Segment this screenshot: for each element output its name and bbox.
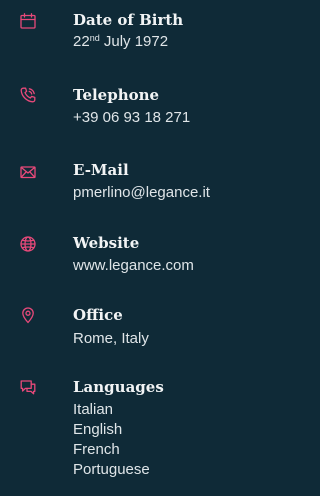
office-value: Rome, Italy bbox=[73, 330, 149, 347]
website-label: Website bbox=[73, 234, 140, 252]
website-value[interactable]: www.legance.com bbox=[73, 256, 194, 276]
languages-list: Italian English French Portuguese bbox=[73, 400, 150, 480]
birth-day-suffix: nd bbox=[89, 33, 100, 43]
calendar-icon bbox=[19, 12, 37, 30]
languages-label: Languages bbox=[73, 378, 164, 396]
phone-label: Telephone bbox=[73, 86, 160, 104]
language-item: French bbox=[73, 441, 120, 458]
birth-value: 22nd July 1972 bbox=[73, 32, 168, 52]
language-item: Portuguese bbox=[73, 461, 150, 478]
birth-label: Date of Birth bbox=[73, 11, 184, 29]
language-item: English bbox=[73, 421, 123, 438]
contact-details-panel: Date of Birth 22nd July 1972 Telephone +… bbox=[0, 0, 252, 496]
phone-value[interactable]: +39 06 93 18 271 bbox=[73, 108, 190, 128]
email-value[interactable]: pmerlino@legance.it bbox=[73, 183, 210, 203]
chat-bubbles-icon bbox=[19, 378, 37, 396]
phone-icon bbox=[19, 86, 37, 104]
office-label: Office bbox=[73, 306, 123, 324]
globe-icon bbox=[19, 235, 37, 253]
language-item: Italian bbox=[73, 401, 114, 418]
map-pin-icon bbox=[19, 306, 37, 324]
birth-day: 22 bbox=[73, 33, 90, 50]
envelope-icon bbox=[19, 163, 37, 181]
email-label: E-Mail bbox=[73, 161, 129, 179]
birth-month-year: July 1972 bbox=[99, 33, 169, 50]
